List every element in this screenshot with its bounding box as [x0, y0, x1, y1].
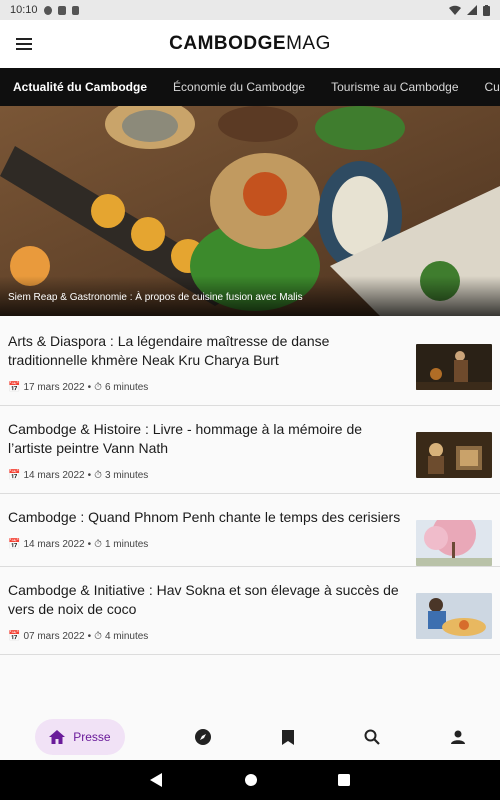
tab-culture[interactable]: Cultur [472, 80, 500, 94]
menu-button[interactable] [0, 20, 48, 68]
nav-search[interactable] [364, 719, 380, 755]
tab-tourisme[interactable]: Tourisme au Cambodge [318, 80, 471, 94]
person-icon [450, 730, 465, 744]
calendar-icon: 📅 [8, 470, 21, 481]
logo-bold-text: CAMBODGE [169, 33, 287, 54]
article-thumbnail [416, 432, 492, 478]
nav-explore[interactable] [195, 719, 212, 755]
home-circle-icon[interactable] [244, 773, 258, 787]
timer-icon: ⏱ [94, 470, 102, 481]
status-bar: 10:10 [0, 0, 500, 20]
hero-caption: Siem Reap & Gastronomie : À propos de cu… [0, 276, 500, 316]
hero-article[interactable]: Siem Reap & Gastronomie : À propos de cu… [0, 106, 500, 316]
nav-profile[interactable] [450, 719, 465, 755]
chat-notification-icon [43, 5, 52, 15]
back-icon[interactable] [150, 773, 164, 787]
article-date: 17 mars 2022 [23, 382, 85, 393]
calendar-icon: 📅 [8, 631, 21, 642]
timer-icon: ⏱ [94, 382, 102, 393]
article-item[interactable]: Cambodge & Histoire : Livre - hommage à … [0, 406, 500, 494]
battery-icon [483, 4, 490, 16]
dot-separator: • [87, 470, 92, 481]
tab-actualite[interactable]: Actualité du Cambodge [0, 80, 160, 94]
article-item[interactable]: Cambodge & Initiative : Hav Sokna et son… [0, 567, 500, 655]
article-list[interactable]: Arts & Diaspora : La légendaire maîtress… [0, 318, 500, 714]
recents-icon[interactable] [338, 774, 350, 786]
app-logo: CAMBODGEMAG [0, 33, 500, 55]
nav-presse[interactable]: Presse [35, 719, 125, 755]
dot-separator: • [87, 382, 92, 393]
article-title: Cambodge & Histoire : Livre - hommage à … [8, 421, 363, 456]
compass-icon [195, 729, 212, 745]
article-thumbnail [416, 593, 492, 639]
status-time: 10:10 [10, 4, 38, 16]
system-navigation-bar [0, 760, 500, 800]
dot-separator: • [87, 631, 92, 642]
article-date: 14 mars 2022 [23, 470, 85, 481]
hamburger-menu-icon [16, 38, 32, 50]
timer-icon: ⏱ [94, 631, 102, 642]
article-read-time: 3 minutes [104, 470, 149, 481]
dot-separator: • [87, 539, 92, 550]
calendar-icon: 📅 [8, 382, 21, 393]
cell-signal-icon [467, 5, 477, 15]
calendar-icon: 📅 [8, 539, 21, 550]
timer-icon: ⏱ [94, 539, 102, 550]
search-icon [364, 729, 380, 745]
tab-economie[interactable]: Économie du Cambodge [160, 80, 318, 94]
bookmark-icon [281, 729, 294, 745]
app-bar: CAMBODGEMAG [0, 20, 500, 68]
article-read-time: 1 minutes [104, 539, 149, 550]
sync-icon [71, 5, 79, 15]
logo-light-text: MAG [286, 33, 331, 54]
article-item[interactable]: Cambodge : Quand Phnom Penh chante le te… [0, 494, 500, 567]
sim-card-icon [57, 5, 66, 15]
nav-bookmarks[interactable] [281, 719, 294, 755]
category-tabs: Actualité du Cambodge Économie du Cambod… [0, 68, 500, 106]
wifi-icon [449, 5, 461, 15]
article-read-time: 4 minutes [104, 631, 149, 642]
article-read-time: 6 minutes [104, 382, 149, 393]
article-title: Arts & Diaspora : La légendaire maîtress… [8, 333, 330, 368]
home-icon [49, 730, 66, 744]
article-title: Cambodge : Quand Phnom Penh chante le te… [8, 509, 401, 525]
article-date: 14 mars 2022 [23, 539, 85, 550]
article-thumbnail [416, 344, 492, 390]
nav-presse-label: Presse [73, 730, 111, 744]
article-item[interactable]: Arts & Diaspora : La légendaire maîtress… [0, 318, 500, 406]
bottom-navigation: Presse [0, 714, 500, 760]
list-fade [0, 706, 500, 714]
article-date: 07 mars 2022 [23, 631, 85, 642]
article-title: Cambodge & Initiative : Hav Sokna et son… [8, 582, 399, 617]
article-thumbnail [416, 520, 492, 566]
